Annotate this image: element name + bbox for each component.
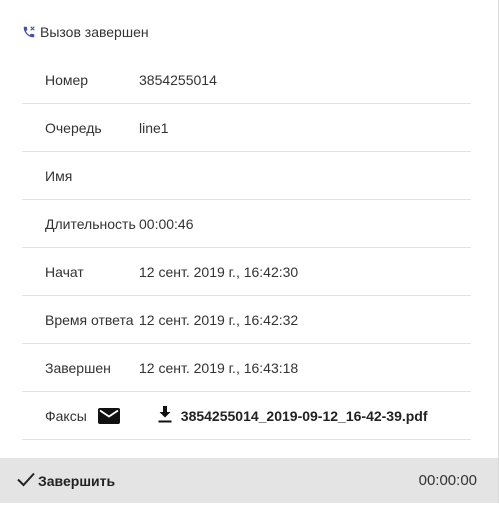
finish-button[interactable]: Завершить [16, 471, 115, 490]
check-icon [16, 471, 36, 490]
queue-label: Очередь [45, 119, 102, 136]
queue-value: line1 [139, 119, 169, 136]
detail-row-number: Номер 3854255014 [22, 56, 471, 104]
download-icon [158, 405, 172, 426]
fax-download-link[interactable]: 3854255014_2019-09-12_16-42-39.pdf [158, 405, 428, 426]
duration-label: Длительность [45, 215, 136, 232]
detail-row-queue: Очередь line1 [22, 104, 471, 152]
mail-icon[interactable] [97, 407, 120, 424]
ended-label: Завершен [45, 359, 111, 376]
finish-button-label: Завершить [38, 472, 116, 489]
detail-row-ended: Завершен 12 сент. 2019 г., 16:43:18 [22, 344, 471, 392]
number-value: 3854255014 [139, 71, 217, 88]
answered-label: Время ответа [45, 311, 134, 328]
call-status-header: Вызов завершен [22, 23, 149, 41]
number-label: Номер [45, 71, 89, 88]
started-value: 12 сент. 2019 г., 16:42:30 [139, 263, 299, 280]
answered-value: 12 сент. 2019 г., 16:42:32 [139, 311, 299, 328]
name-label: Имя [45, 167, 73, 184]
started-label: Начат [45, 263, 84, 280]
detail-row-answered: Время ответа 12 сент. 2019 г., 16:42:32 [22, 296, 471, 344]
call-timer: 00:00:00 [418, 472, 477, 489]
call-footer-bar: Завершить 00:00:00 [0, 458, 498, 503]
duration-value: 00:00:46 [139, 215, 194, 232]
fax-file-name: 3854255014_2019-09-12_16-42-39.pdf [180, 407, 428, 424]
bottom-edge [0, 503, 499, 509]
ended-value: 12 сент. 2019 г., 16:43:18 [139, 359, 299, 376]
detail-row-duration: Длительность 00:00:46 [22, 200, 471, 248]
call-details-list: Номер 3854255014 Очередь line1 Имя Длите… [22, 56, 471, 440]
detail-row-started: Начат 12 сент. 2019 г., 16:42:30 [22, 248, 471, 296]
detail-row-name: Имя [22, 152, 471, 200]
faxes-label: Факсы [45, 407, 87, 424]
detail-row-faxes: Факсы 3854255014_2019-09-12_16-42-39.pdf [22, 392, 471, 440]
call-status-title: Вызов завершен [40, 24, 149, 40]
phone-ended-icon [22, 25, 36, 39]
